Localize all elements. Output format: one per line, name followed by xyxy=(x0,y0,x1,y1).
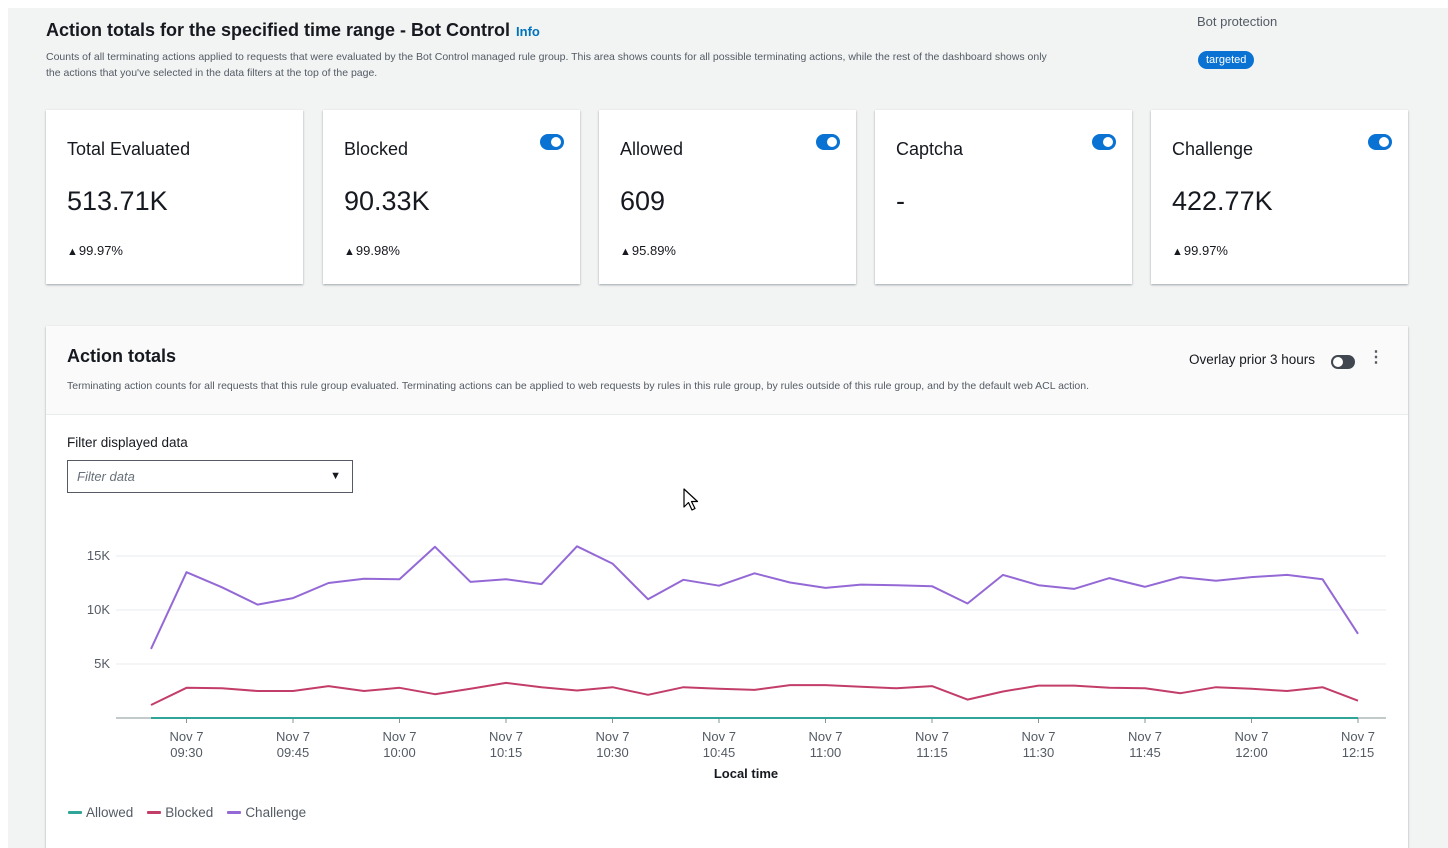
card-change-value: 99.97% xyxy=(1183,243,1228,258)
bot-protection-badge: targeted xyxy=(1198,51,1255,69)
x-tick-label-date: Nov 7 xyxy=(1341,729,1375,744)
legend-item-blocked[interactable]: Blocked xyxy=(147,805,213,820)
x-tick-label-date: Nov 7 xyxy=(383,729,417,744)
triangle-up-icon: ▲ xyxy=(67,246,78,258)
card-value: 513.71K xyxy=(67,186,168,216)
challenge-toggle[interactable] xyxy=(1368,134,1392,150)
card-title: Blocked xyxy=(344,139,409,159)
triangle-up-icon: ▲ xyxy=(344,246,355,258)
x-tick-label-time: 11:30 xyxy=(1023,745,1055,760)
series-line-blocked xyxy=(150,681,1359,706)
card-blocked: Blocked 90.33K ▲99.98% xyxy=(323,110,580,284)
legend-label: Challenge xyxy=(245,805,307,820)
legend-swatch xyxy=(68,811,82,814)
x-tick-label-date: Nov 7 xyxy=(702,729,736,744)
blocked-toggle[interactable] xyxy=(540,134,564,150)
card-challenge: Challenge 422.77K ▲99.97% xyxy=(1151,110,1408,284)
card-change: ▲95.89% xyxy=(620,243,676,258)
card-total-evaluated: Total Evaluated 513.71K ▲99.97% xyxy=(46,110,303,284)
y-tick-label: 15K xyxy=(87,548,110,563)
triangle-up-icon: ▲ xyxy=(1172,246,1183,258)
card-value: 609 xyxy=(620,186,666,216)
action-totals-chart: 5K10K15KNov 709:30Nov 709:45Nov 710:00No… xyxy=(87,545,1386,781)
x-tick-label-date: Nov 7 xyxy=(1022,729,1056,744)
card-change-value: 99.97% xyxy=(78,243,123,258)
overlay-toggle[interactable] xyxy=(1331,355,1355,369)
x-tick-label-time: 11:15 xyxy=(916,745,948,760)
captcha-toggle[interactable] xyxy=(1092,134,1116,150)
x-tick-label-date: Nov 7 xyxy=(1128,729,1162,744)
card-value: 422.77K xyxy=(1172,186,1273,216)
card-title: Total Evaluated xyxy=(67,139,191,159)
dashboard-page: Action totals for the specified time ran… xyxy=(8,8,1448,848)
card-change: ▲99.98% xyxy=(344,243,400,258)
x-tick-label-time: 12:00 xyxy=(1235,745,1268,760)
x-axis-label: Local time xyxy=(714,766,778,781)
legend-swatch xyxy=(227,811,242,814)
card-title: Challenge xyxy=(1172,139,1254,159)
panel-header: Action totals Terminating action counts … xyxy=(46,326,1408,415)
legend-item-challenge[interactable]: Challenge xyxy=(227,805,306,820)
x-tick-label-time: 12:15 xyxy=(1342,745,1375,760)
y-tick-label: 5K xyxy=(94,656,110,671)
legend-item-allowed[interactable]: Allowed xyxy=(68,805,133,820)
more-options-icon[interactable]: ⋮ xyxy=(1368,347,1384,367)
section-description: Counts of all terminating actions applie… xyxy=(46,51,1047,79)
overlay-label: Overlay prior 3 hours xyxy=(1189,352,1316,367)
card-change-value: 99.98% xyxy=(355,243,400,258)
card-title: Captcha xyxy=(896,139,964,159)
x-tick-label-time: 10:45 xyxy=(703,745,736,760)
x-tick-label-time: 09:30 xyxy=(170,745,203,760)
legend-label: Blocked xyxy=(165,805,214,820)
chart-legend: Allowed Blocked Challenge xyxy=(68,805,306,820)
triangle-up-icon: ▲ xyxy=(620,246,631,258)
x-tick-label-time: 11:45 xyxy=(1129,745,1161,760)
x-tick-label-date: Nov 7 xyxy=(170,729,204,744)
x-tick-label-time: 09:45 xyxy=(277,745,310,760)
x-tick-label-time: 10:00 xyxy=(383,745,416,760)
card-change-value: 95.89% xyxy=(631,243,676,258)
card-title: Allowed xyxy=(620,139,684,159)
allowed-toggle[interactable] xyxy=(816,134,840,150)
x-tick-label-date: Nov 7 xyxy=(489,729,523,744)
y-tick-label: 10K xyxy=(87,602,110,617)
card-value: - xyxy=(896,186,905,216)
x-tick-label-date: Nov 7 xyxy=(276,729,310,744)
x-tick-label-time: 10:30 xyxy=(596,745,629,760)
card-captcha: Captcha - xyxy=(875,110,1132,284)
filter-label: Filter displayed data xyxy=(67,435,188,450)
series-line-challenge xyxy=(150,545,1359,650)
bot-protection-label: Bot protection xyxy=(1197,14,1278,29)
x-tick-label-date: Nov 7 xyxy=(1235,729,1269,744)
card-value: 90.33K xyxy=(344,186,430,216)
x-tick-label-time: 11:00 xyxy=(810,745,842,760)
x-tick-label-date: Nov 7 xyxy=(809,729,843,744)
panel-title: Action totals xyxy=(67,346,177,366)
caret-down-icon: ▼ xyxy=(330,470,341,482)
panel-description: Terminating action counts for all reques… xyxy=(67,380,1090,392)
section-title: Action totals for the specified time ran… xyxy=(46,20,540,41)
legend-swatch xyxy=(147,811,162,814)
x-tick-label-time: 10:15 xyxy=(490,745,523,760)
filter-dropdown[interactable]: Filter data ▼ xyxy=(67,460,353,493)
filter-placeholder: Filter data xyxy=(77,469,135,484)
card-change: ▲99.97% xyxy=(1172,243,1228,258)
section-title-text: Action totals for the specified time ran… xyxy=(46,20,511,40)
mouse-cursor-icon xyxy=(683,488,699,511)
x-tick-label-date: Nov 7 xyxy=(596,729,630,744)
x-tick-label-date: Nov 7 xyxy=(915,729,949,744)
legend-label: Allowed xyxy=(86,805,134,820)
info-link[interactable]: Info xyxy=(516,24,540,39)
card-change: ▲99.97% xyxy=(67,243,123,258)
card-allowed: Allowed 609 ▲95.89% xyxy=(599,110,856,284)
